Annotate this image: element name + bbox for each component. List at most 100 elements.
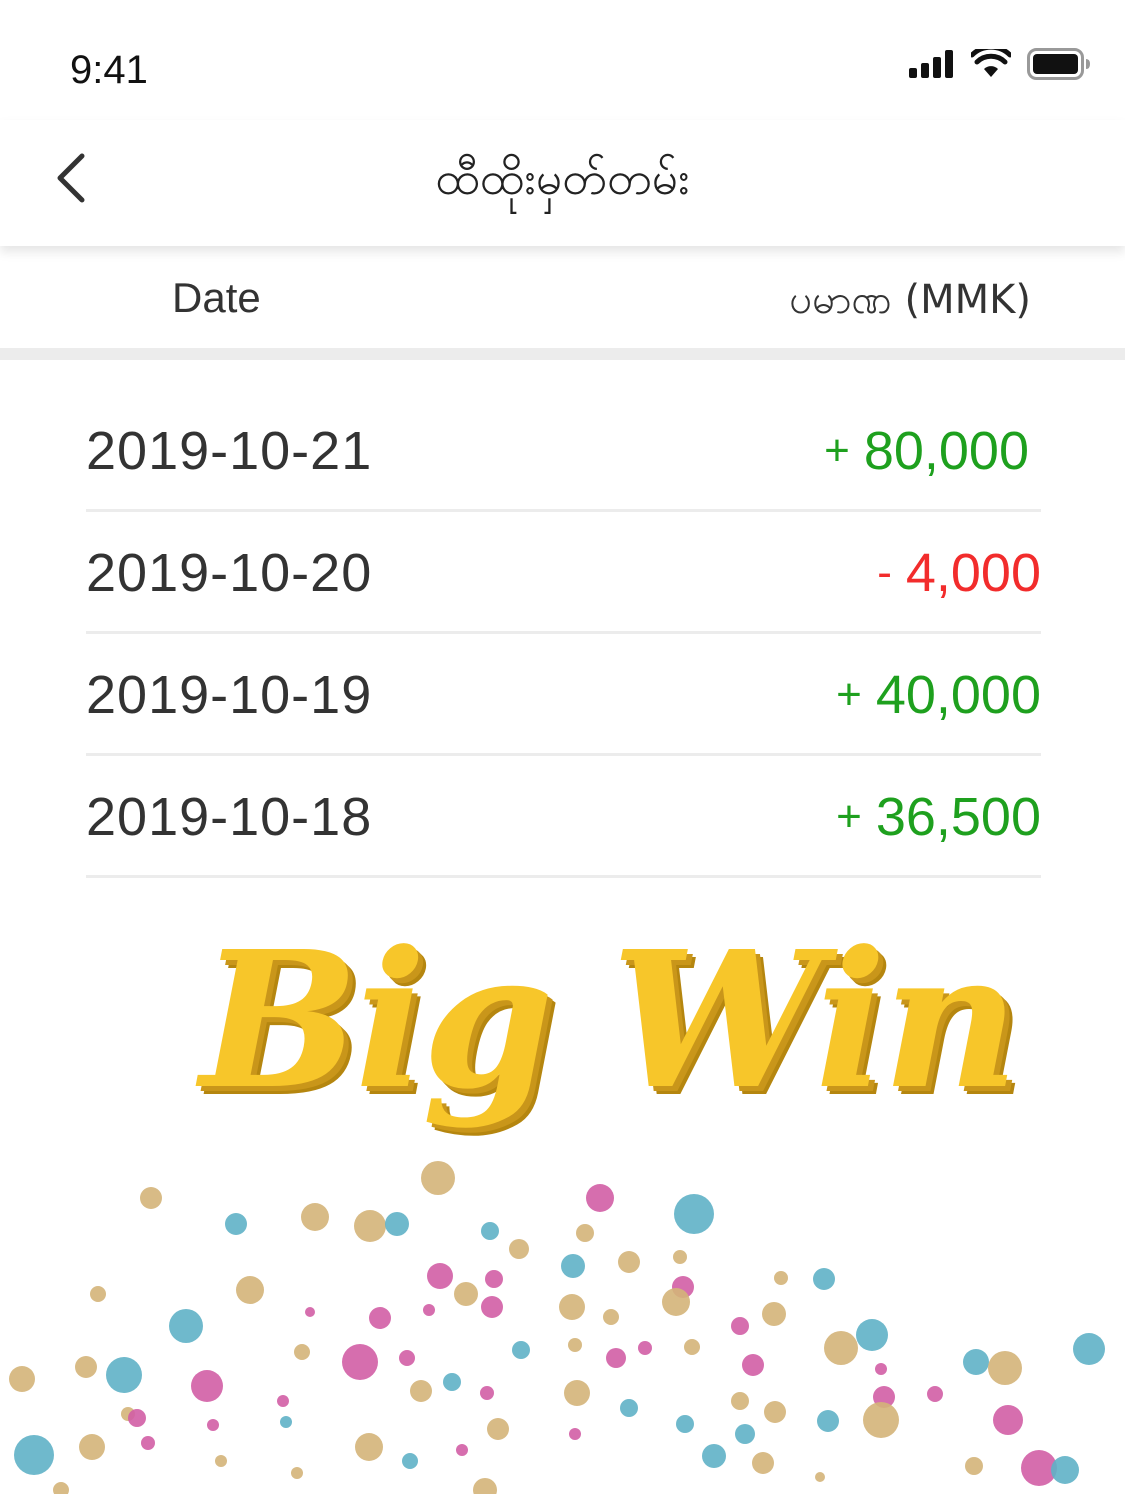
column-header-date: Date bbox=[172, 274, 261, 321]
amount-value: 80,000 bbox=[863, 421, 1029, 481]
confetti-dot bbox=[875, 1363, 887, 1375]
confetti-dot bbox=[702, 1444, 726, 1468]
confetti-dot bbox=[75, 1356, 97, 1378]
confetti-dot bbox=[369, 1307, 391, 1329]
confetti-dot bbox=[485, 1270, 503, 1288]
confetti-dot bbox=[53, 1482, 69, 1494]
history-row[interactable]: 2019-10-19 +40,000 bbox=[86, 634, 1041, 756]
confetti-dot bbox=[423, 1304, 435, 1316]
confetti-dot bbox=[481, 1222, 499, 1240]
amount-sign: - bbox=[877, 548, 892, 597]
confetti-dot bbox=[963, 1349, 989, 1375]
confetti-dot bbox=[128, 1409, 146, 1427]
big-win-banner: Big Win bbox=[200, 910, 1019, 1150]
confetti-dot bbox=[79, 1434, 105, 1460]
confetti-dot bbox=[106, 1357, 142, 1393]
confetti-dot bbox=[927, 1386, 943, 1402]
confetti-dot bbox=[1073, 1333, 1105, 1365]
confetti-dot bbox=[856, 1319, 888, 1351]
confetti-dot bbox=[576, 1224, 594, 1242]
column-header: Date ပမာဏ (MMK) bbox=[0, 246, 1125, 348]
confetti-dot bbox=[988, 1351, 1022, 1385]
confetti-dot bbox=[762, 1302, 786, 1326]
row-date: 2019-10-19 bbox=[86, 665, 373, 725]
confetti-dot bbox=[277, 1395, 289, 1407]
confetti-dot bbox=[225, 1213, 247, 1235]
confetti-dot bbox=[863, 1402, 899, 1438]
history-row[interactable]: 2019-10-21 +80,000 bbox=[86, 390, 1041, 512]
confetti-dot bbox=[236, 1276, 264, 1304]
header-divider bbox=[0, 348, 1125, 360]
confetti-dot bbox=[215, 1455, 227, 1467]
big-win-text: Big Win bbox=[200, 910, 1019, 1131]
confetti-dot bbox=[684, 1339, 700, 1355]
amount-sign: + bbox=[836, 670, 862, 719]
confetti-dot bbox=[965, 1457, 983, 1475]
status-icons bbox=[909, 46, 1091, 82]
confetti-dot bbox=[410, 1380, 432, 1402]
row-amount: +36,500 bbox=[836, 786, 1041, 848]
confetti-dot bbox=[512, 1341, 530, 1359]
amount-sign: + bbox=[824, 426, 850, 475]
confetti-dot bbox=[603, 1309, 619, 1325]
cellular-signal-icon bbox=[909, 50, 953, 78]
row-amount: +80,000 bbox=[824, 420, 1029, 482]
confetti-dot bbox=[564, 1380, 590, 1406]
confetti-dot bbox=[618, 1251, 640, 1273]
confetti-dot bbox=[815, 1472, 825, 1482]
confetti-dot bbox=[481, 1296, 503, 1318]
history-row[interactable]: 2019-10-18 +36,500 bbox=[86, 756, 1041, 878]
amount-value: 40,000 bbox=[875, 665, 1041, 725]
confetti-dot bbox=[993, 1405, 1023, 1435]
confetti-dot bbox=[421, 1161, 455, 1195]
confetti-dot bbox=[294, 1344, 310, 1360]
confetti-dot bbox=[674, 1194, 714, 1234]
nav-bar: ထီထိုးမှတ်တမ်း bbox=[0, 120, 1125, 246]
confetti-dot bbox=[487, 1418, 509, 1440]
confetti-dot bbox=[509, 1239, 529, 1259]
page-title: ထီထိုးမှတ်တမ်း bbox=[435, 151, 690, 205]
confetti-dot bbox=[385, 1212, 409, 1236]
confetti-dot bbox=[355, 1433, 383, 1461]
confetti-dot bbox=[774, 1271, 788, 1285]
confetti-dot bbox=[399, 1350, 415, 1366]
confetti-dot bbox=[14, 1435, 54, 1475]
history-row[interactable]: 2019-10-20 -4,000 bbox=[86, 512, 1041, 634]
confetti-dot bbox=[280, 1416, 292, 1428]
row-amount: +40,000 bbox=[836, 664, 1041, 726]
confetti-dot bbox=[354, 1210, 386, 1242]
confetti-dot bbox=[443, 1373, 461, 1391]
confetti-dot bbox=[301, 1203, 329, 1231]
history-list: 2019-10-21 +80,000 2019-10-20 -4,000 201… bbox=[86, 390, 1041, 878]
confetti-dot bbox=[620, 1399, 638, 1417]
row-date: 2019-10-18 bbox=[86, 787, 373, 847]
confetti-dot bbox=[305, 1307, 315, 1317]
status-time: 9:41 bbox=[70, 48, 148, 92]
battery-icon bbox=[1027, 48, 1090, 80]
confetti-dot bbox=[638, 1341, 652, 1355]
confetti-dot bbox=[169, 1309, 203, 1343]
confetti-decoration bbox=[9, 1161, 1105, 1494]
confetti-dot bbox=[473, 1478, 497, 1494]
confetti-dot bbox=[480, 1386, 494, 1400]
confetti-dot bbox=[342, 1344, 378, 1380]
amount-value: 4,000 bbox=[905, 543, 1041, 603]
wifi-icon bbox=[971, 49, 1011, 77]
confetti-dot bbox=[191, 1370, 223, 1402]
row-amount: -4,000 bbox=[877, 542, 1041, 604]
confetti-dot bbox=[662, 1288, 690, 1316]
confetti-dot bbox=[742, 1354, 764, 1376]
confetti-dot bbox=[673, 1250, 687, 1264]
confetti-dot bbox=[676, 1415, 694, 1433]
confetti-dot bbox=[731, 1317, 749, 1335]
confetti-dot bbox=[559, 1294, 585, 1320]
confetti-dot bbox=[291, 1467, 303, 1479]
confetti-dot bbox=[90, 1286, 106, 1302]
confetti-dot bbox=[752, 1452, 774, 1474]
amount-sign: + bbox=[836, 792, 862, 841]
confetti-dot bbox=[606, 1348, 626, 1368]
confetti-dot bbox=[569, 1428, 581, 1440]
confetti-dot bbox=[427, 1263, 453, 1289]
confetti-dot bbox=[735, 1424, 755, 1444]
confetti-dot bbox=[586, 1184, 614, 1212]
